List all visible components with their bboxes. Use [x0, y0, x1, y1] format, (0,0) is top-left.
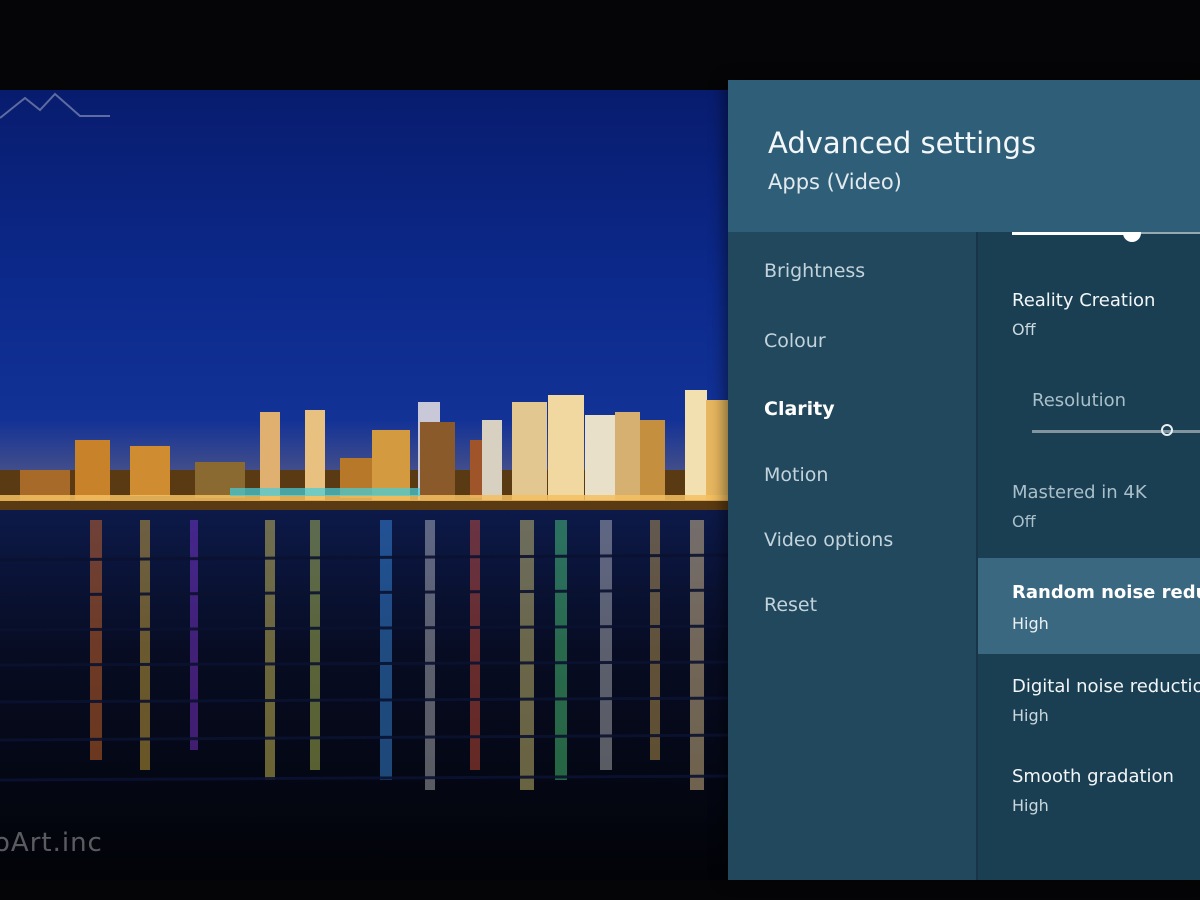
smooth-gradation-label: Smooth gradation	[1012, 766, 1174, 787]
settings-category-menu: Brightness Colour Clarity Motion Video o…	[728, 232, 976, 880]
setting-random-noise-reduction[interactable]: Random noise reduction High	[978, 558, 1200, 654]
panel-subtitle: Apps (Video)	[768, 170, 902, 194]
random-noise-reduction-label: Random noise reduction	[1012, 582, 1200, 603]
mastered-in-4k-value: Off	[1012, 512, 1036, 531]
reality-creation-value: Off	[1012, 320, 1036, 339]
setting-reality-creation[interactable]: Reality Creation Off	[978, 268, 1200, 348]
random-noise-reduction-value: High	[1012, 614, 1049, 633]
top-slider-knob[interactable]	[1123, 232, 1141, 242]
resolution-slider-knob[interactable]	[1161, 424, 1173, 436]
tv-screen: oArt.inc Advanced settings Apps (Video) …	[0, 0, 1200, 900]
menu-item-colour[interactable]: Colour	[764, 330, 826, 352]
watermark-mountain-logo	[0, 92, 110, 119]
menu-item-reset[interactable]: Reset	[764, 594, 817, 616]
advanced-settings-panel: Advanced settings Apps (Video) Brightnes…	[728, 80, 1200, 880]
background-video: oArt.inc	[0, 90, 740, 880]
menu-item-clarity[interactable]: Clarity	[764, 398, 835, 420]
city-skyline-image	[0, 390, 740, 880]
setting-resolution[interactable]: Resolution	[978, 368, 1200, 448]
menu-item-brightness[interactable]: Brightness	[764, 260, 865, 282]
setting-smooth-gradation[interactable]: Smooth gradation High	[978, 746, 1200, 834]
top-slider-fill	[1012, 232, 1132, 235]
digital-noise-reduction-value: High	[1012, 706, 1049, 725]
menu-item-motion[interactable]: Motion	[764, 464, 828, 486]
resolution-slider-track	[1032, 430, 1200, 433]
panel-header: Advanced settings Apps (Video)	[728, 80, 1200, 232]
smooth-gradation-value: High	[1012, 796, 1049, 815]
panel-title: Advanced settings	[768, 126, 1037, 160]
reality-creation-label: Reality Creation	[1012, 290, 1156, 311]
resolution-label: Resolution	[1032, 390, 1127, 411]
watermark-text: oArt.inc	[0, 828, 103, 858]
menu-item-video-options[interactable]: Video options	[764, 529, 893, 551]
mastered-in-4k-label: Mastered in 4K	[1012, 482, 1147, 503]
setting-mastered-in-4k[interactable]: Mastered in 4K Off	[978, 464, 1200, 544]
setting-digital-noise-reduction[interactable]: Digital noise reduction High	[978, 656, 1200, 744]
clarity-settings-list: Reality Creation Off Resolution Mastered…	[976, 232, 1200, 880]
digital-noise-reduction-label: Digital noise reduction	[1012, 676, 1200, 697]
